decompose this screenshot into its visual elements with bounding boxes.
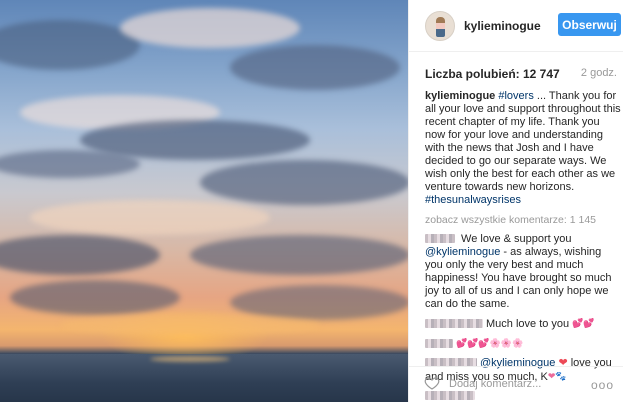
comment-text: Much love to you — [486, 318, 573, 330]
post-footer: Dodaj komentarz... ooo — [409, 366, 623, 402]
comment: Much love to you 💕💕 — [425, 317, 621, 331]
hearts-emoji: 💕💕💕🌸🌸🌸 — [456, 338, 524, 348]
avatar[interactable] — [425, 11, 455, 41]
caption-text: ... Thank you for all your love and supp… — [425, 90, 621, 193]
caption: kylieminogue #lovers ... Thank you for a… — [425, 90, 621, 207]
add-comment-input[interactable]: Dodaj komentarz... — [449, 378, 541, 390]
comment-text: We love & support you — [458, 233, 572, 245]
avatar-figure — [436, 17, 445, 37]
cloud — [200, 160, 408, 205]
comment-username-blurred[interactable] — [425, 234, 455, 243]
comment: We love & support you @kylieminogue - as… — [425, 233, 621, 311]
sun-reflection — [150, 356, 230, 362]
username[interactable]: kylieminogue — [464, 19, 541, 33]
hearts-emoji: 💕💕 — [572, 318, 595, 328]
caption-username[interactable]: kylieminogue — [425, 90, 495, 102]
comment-username-blurred[interactable] — [425, 339, 453, 348]
caption-hashtag[interactable]: #lovers — [498, 90, 533, 102]
comments-section: kylieminogue #lovers ... Thank you for a… — [425, 90, 621, 402]
cloud — [190, 235, 408, 275]
post-panel: kylieminogue Obserwuj Liczba polubień: 1… — [408, 0, 623, 402]
cloud — [10, 280, 180, 315]
caption-hashtag-end[interactable]: #thesunalwaysrises — [425, 194, 521, 206]
cloud — [230, 285, 408, 320]
follow-button[interactable]: Obserwuj — [558, 13, 621, 36]
heart-outline-icon[interactable] — [424, 375, 440, 391]
cloud — [0, 150, 140, 178]
cloud — [0, 20, 140, 70]
post-photo[interactable] — [0, 0, 408, 402]
more-options-icon[interactable]: ooo — [591, 378, 614, 392]
cloud — [120, 8, 300, 48]
comment: 💕💕💕🌸🌸🌸 — [425, 337, 621, 351]
cloud — [30, 200, 270, 235]
cloud — [230, 45, 400, 90]
comment-mention[interactable]: @kylieminogue — [425, 246, 500, 258]
post-header: kylieminogue Obserwuj — [409, 0, 623, 52]
likes-count[interactable]: Liczba polubień: 12 747 — [425, 67, 560, 81]
cloud — [0, 235, 160, 275]
cloud — [60, 315, 320, 335]
view-all-comments-link[interactable]: zobacz wszystkie komentarze: 1 145 — [425, 214, 621, 227]
comment-username-blurred[interactable] — [425, 319, 483, 328]
post-time[interactable]: 2 godz. — [581, 67, 617, 79]
